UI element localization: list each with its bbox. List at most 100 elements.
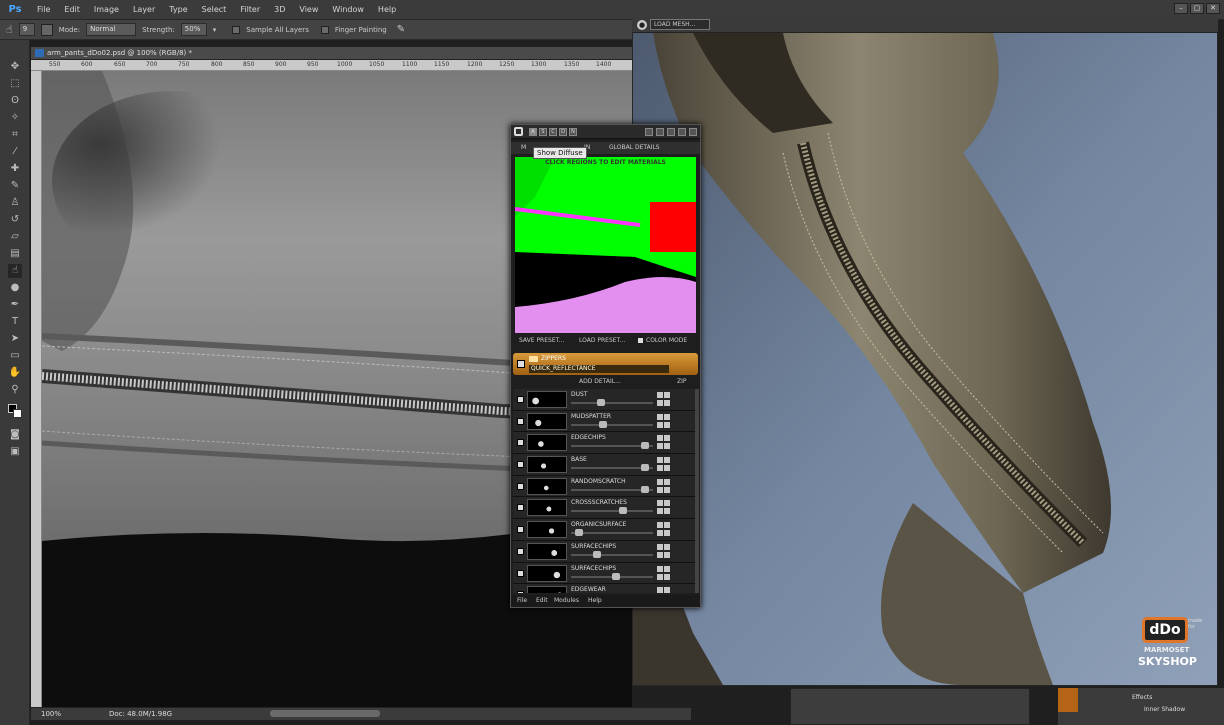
layer-visibility-checkbox[interactable]: [517, 461, 524, 469]
menu-type[interactable]: Type: [162, 0, 194, 20]
refresh-icon[interactable]: [645, 128, 653, 136]
add-detail-button[interactable]: ADD DETAIL...: [579, 378, 621, 385]
layer-mask-thumbnail[interactable]: [527, 499, 567, 517]
history-brush-tool-icon[interactable]: ↺: [8, 213, 22, 227]
menu-select[interactable]: Select: [195, 0, 234, 20]
layer-mask-thumbnail[interactable]: [527, 456, 567, 474]
strength-input[interactable]: 50%: [180, 23, 207, 36]
layer-visibility-checkbox[interactable]: [517, 482, 524, 490]
footer-modules[interactable]: Modules: [554, 597, 579, 604]
layer-opacity-slider[interactable]: [641, 485, 650, 493]
menu-3d[interactable]: 3D: [267, 0, 292, 20]
pressure-icon[interactable]: ✎: [397, 24, 405, 35]
move-tool-icon[interactable]: ✥: [8, 60, 22, 74]
layer-options-icons[interactable]: [657, 522, 677, 537]
eraser-tool-icon[interactable]: ▱: [8, 230, 22, 244]
minimize-icon[interactable]: [667, 128, 675, 136]
maximize-icon[interactable]: [678, 128, 686, 136]
brush-tool-icon[interactable]: ✎: [8, 179, 22, 193]
viewer-close-icon[interactable]: ●: [637, 20, 647, 30]
material-checkbox[interactable]: [517, 360, 525, 368]
pen-tool-icon[interactable]: ✒: [8, 298, 22, 312]
healing-tool-icon[interactable]: ✚: [8, 162, 22, 176]
lasso-tool-icon[interactable]: ʘ: [8, 94, 22, 108]
save-preset-button[interactable]: SAVE PRESET...: [519, 337, 564, 344]
zoom-tool-icon[interactable]: ⚲: [8, 383, 22, 397]
horizontal-scrollbar[interactable]: [270, 710, 380, 717]
document-tab[interactable]: arm_pants_dDo02.psd @ 100% (RGB/8) *: [31, 47, 632, 60]
smudge-tool-icon[interactable]: ☝: [6, 23, 13, 36]
layer-opacity-track[interactable]: [571, 553, 653, 556]
show-gloss-button[interactable]: C: [549, 128, 557, 136]
stamp-tool-icon[interactable]: ♙: [8, 196, 22, 210]
pin-icon[interactable]: [656, 128, 664, 136]
detail-layer-row[interactable]: ORGANICSURFACE: [513, 519, 695, 541]
zoom-level[interactable]: 100%: [41, 710, 61, 718]
layer-mask-thumbnail[interactable]: [527, 542, 567, 560]
maximize-button[interactable]: ▢: [1190, 3, 1204, 14]
layer-mask-thumbnail[interactable]: [527, 477, 567, 495]
footer-help[interactable]: Help: [588, 597, 602, 604]
layer-options-icons[interactable]: [657, 435, 677, 450]
layer-list-scrollbar[interactable]: [695, 389, 699, 593]
shape-tool-icon[interactable]: ▭: [8, 349, 22, 363]
layer-visibility-checkbox[interactable]: [517, 591, 524, 593]
detail-layer-row[interactable]: CROSSSCRATCHES: [513, 497, 695, 520]
id-map-preview[interactable]: CLICK REGIONS TO EDIT MATERIALS: [515, 157, 696, 333]
load-mesh-dropdown[interactable]: LOAD MESH...: [650, 19, 710, 30]
tab-global-details[interactable]: GLOBAL DETAILS: [609, 144, 660, 151]
layer-opacity-slider[interactable]: [574, 529, 583, 537]
marquee-tool-icon[interactable]: ⬚: [8, 77, 22, 91]
hand-tool-icon[interactable]: ✋: [8, 366, 22, 380]
chevron-down-icon[interactable]: ▾: [213, 26, 217, 34]
layer-options-icons[interactable]: [657, 457, 677, 472]
menu-view[interactable]: View: [292, 0, 325, 20]
sample-all-layers-checkbox[interactable]: [232, 25, 241, 34]
layer-mask-thumbnail[interactable]: [527, 586, 567, 593]
layer-visibility-checkbox[interactable]: [517, 526, 524, 534]
show-normal-button[interactable]: N: [569, 128, 577, 136]
dodge-tool-icon[interactable]: ●: [8, 281, 22, 295]
crop-tool-icon[interactable]: ⌗: [8, 128, 22, 142]
layer-visibility-checkbox[interactable]: [517, 439, 524, 447]
brush-panel-icon[interactable]: [40, 23, 53, 36]
layer-mask-thumbnail[interactable]: [527, 564, 567, 582]
layer-opacity-slider[interactable]: [641, 442, 650, 450]
detail-layer-row[interactable]: DUST: [513, 389, 695, 411]
color-swatches-icon[interactable]: [8, 404, 22, 418]
detail-layer-row[interactable]: EDGECHIPS: [513, 432, 695, 455]
detail-layer-row[interactable]: EDGEWEAR: [513, 584, 695, 593]
layer-opacity-slider[interactable]: [641, 464, 650, 472]
material-header-zippers[interactable]: ZIPPERS QUICK_REFLECTANCE: [513, 353, 698, 375]
mode-select[interactable]: Normal: [86, 23, 137, 36]
gradient-tool-icon[interactable]: ▤: [8, 247, 22, 261]
layer-options-icons[interactable]: [657, 392, 677, 407]
layer-opacity-slider[interactable]: [596, 399, 605, 406]
layer-visibility-checkbox[interactable]: [517, 547, 524, 555]
load-preset-button[interactable]: LOAD PRESET...: [579, 337, 625, 344]
layer-options-icons[interactable]: [657, 543, 677, 559]
close-icon[interactable]: [689, 128, 697, 136]
menu-file[interactable]: File: [30, 0, 57, 20]
menu-image[interactable]: Image: [87, 0, 126, 20]
layer-options-icons[interactable]: [657, 565, 677, 581]
layer-mask-thumbnail[interactable]: [527, 412, 567, 430]
layer-opacity-track[interactable]: [571, 402, 653, 404]
layer-mask-thumbnail[interactable]: [527, 521, 567, 539]
show-specular-button[interactable]: S: [539, 128, 547, 136]
layer-visibility-checkbox[interactable]: [517, 569, 524, 577]
menu-window[interactable]: Window: [325, 0, 371, 20]
finger-painting-checkbox[interactable]: [320, 25, 329, 34]
layer-mask-thumbnail[interactable]: [527, 434, 567, 452]
detail-layer-row[interactable]: RANDOMSCRATCH: [513, 475, 695, 498]
path-select-tool-icon[interactable]: ➤: [8, 332, 22, 346]
menu-edit[interactable]: Edit: [57, 0, 87, 20]
detail-layer-row[interactable]: MUDSPATTER: [513, 410, 695, 433]
layer-opacity-track[interactable]: [571, 532, 653, 535]
footer-edit[interactable]: Edit: [536, 597, 548, 604]
quick-select-tool-icon[interactable]: ✧: [8, 111, 22, 125]
quick-mask-icon[interactable]: ◙: [8, 428, 22, 442]
layer-opacity-track[interactable]: [571, 423, 653, 426]
layer-mask-thumbnail[interactable]: [527, 391, 567, 408]
menu-help[interactable]: Help: [371, 0, 403, 20]
